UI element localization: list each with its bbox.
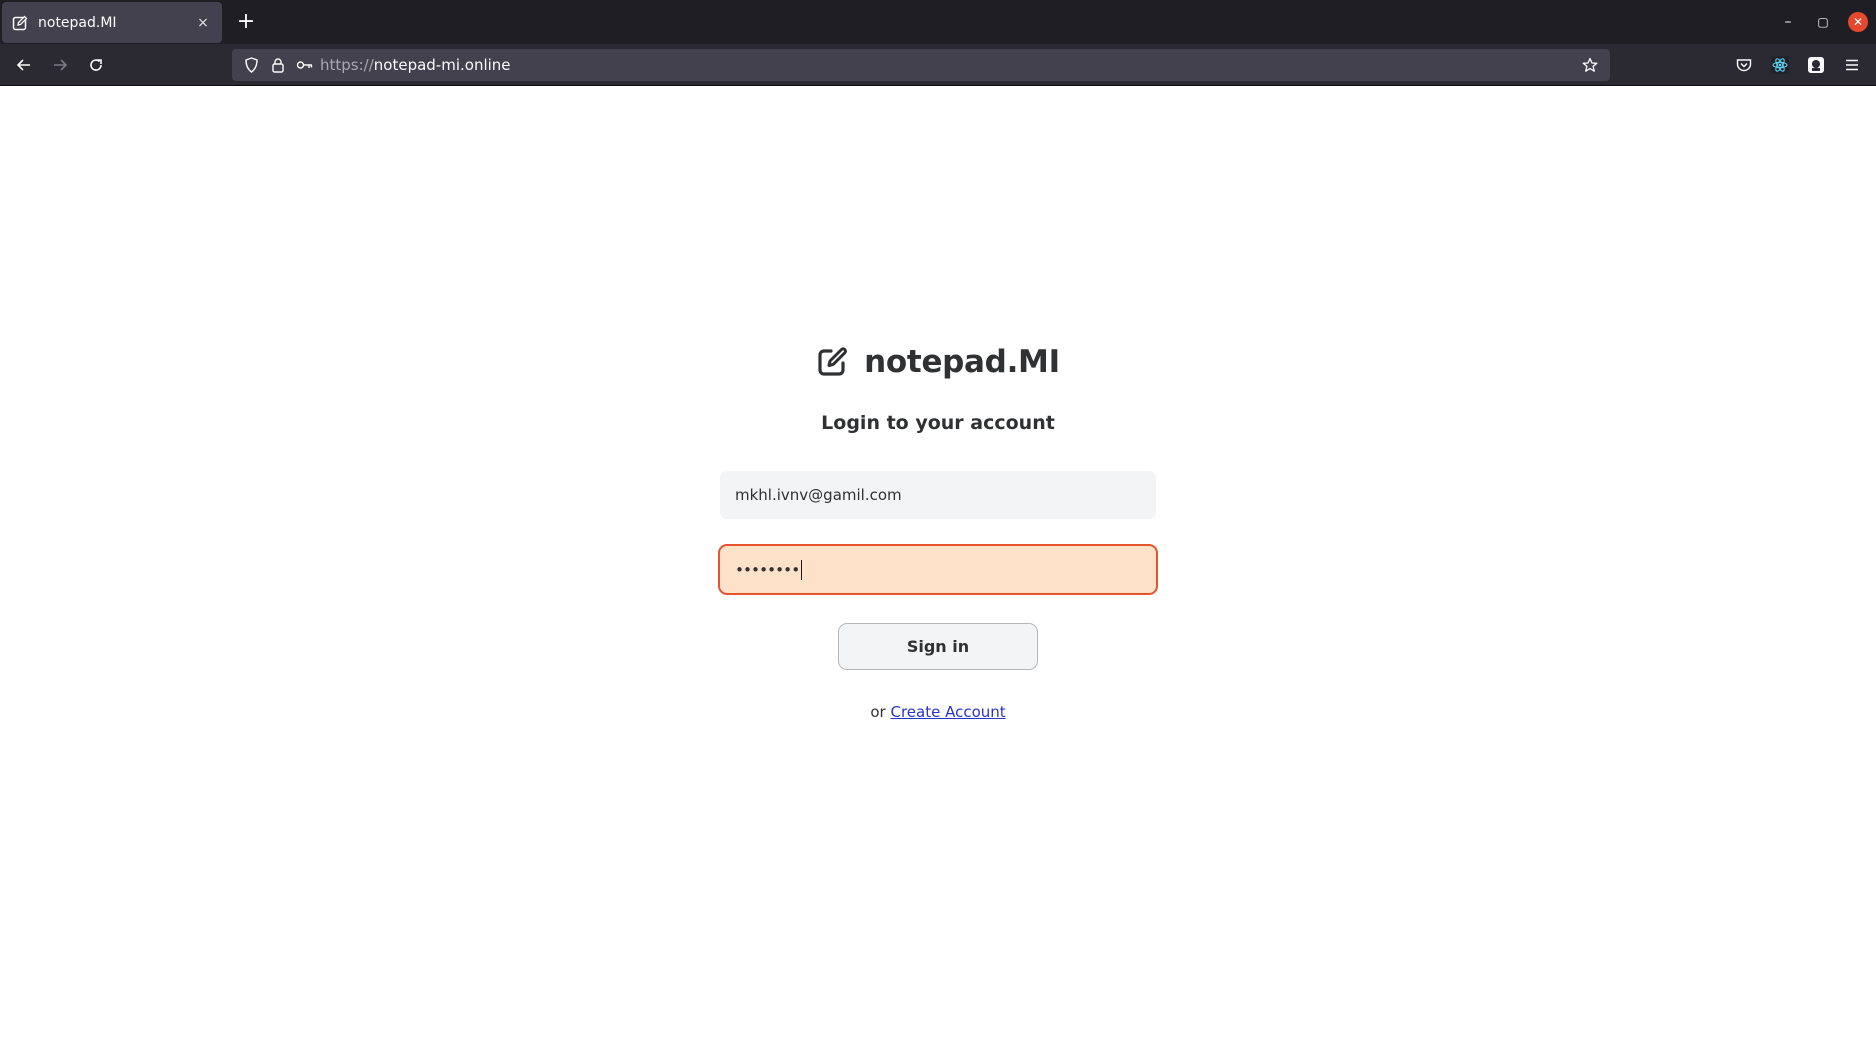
brand-name: notepad.MI — [864, 344, 1060, 380]
url-text[interactable]: https://notepad-mi.online — [320, 56, 511, 74]
create-account-prompt: or Create Account — [0, 703, 1876, 721]
navigation-toolbar: https://notepad-mi.online — [0, 44, 1876, 86]
create-account-link[interactable]: Create Account — [890, 703, 1005, 721]
alt-prefix: or — [870, 703, 886, 721]
pocket-icon[interactable] — [1733, 54, 1755, 76]
password-value: •••••••• — [735, 560, 800, 579]
tab-notepad[interactable]: notepad.MI × — [2, 2, 222, 43]
page-content: notepad.MI Login to your account mkhl.iv… — [0, 87, 1876, 1054]
back-icon[interactable] — [11, 52, 37, 78]
maximize-icon[interactable]: ▢ — [1811, 10, 1835, 34]
url-scheme: https:// — [320, 56, 374, 74]
tab-strip: notepad.MI × + – ▢ ✕ — [0, 0, 1876, 44]
key-icon[interactable] — [296, 56, 314, 74]
tab-close-icon[interactable]: × — [194, 14, 212, 32]
sign-in-button[interactable]: Sign in — [838, 623, 1038, 670]
url-host: notepad-mi.online — [373, 56, 511, 74]
edit-icon — [818, 347, 848, 376]
react-devtools-icon[interactable] — [1769, 54, 1791, 76]
lock-icon[interactable] — [269, 56, 287, 74]
minimize-icon[interactable]: – — [1776, 10, 1800, 34]
url-bar[interactable]: https://notepad-mi.online — [232, 49, 1610, 81]
window-close-icon[interactable]: ✕ — [1848, 12, 1868, 32]
menu-icon[interactable] — [1841, 54, 1863, 76]
login-heading: Login to your account — [821, 412, 1055, 434]
edit-icon — [12, 15, 28, 30]
extension-icon[interactable] — [1805, 54, 1827, 76]
new-tab-button[interactable]: + — [232, 8, 260, 36]
password-field[interactable]: •••••••• — [718, 544, 1158, 595]
reload-icon[interactable] — [83, 52, 109, 78]
email-value: mkhl.ivnv@gamil.com — [735, 486, 902, 504]
star-icon[interactable] — [1580, 55, 1600, 75]
shield-icon[interactable] — [242, 56, 260, 74]
text-caret — [801, 559, 803, 580]
tab-title: notepad.MI — [38, 14, 117, 31]
email-field[interactable]: mkhl.ivnv@gamil.com — [720, 471, 1156, 519]
brand-header: notepad.MI — [0, 344, 1876, 380]
forward-icon[interactable] — [47, 52, 73, 78]
